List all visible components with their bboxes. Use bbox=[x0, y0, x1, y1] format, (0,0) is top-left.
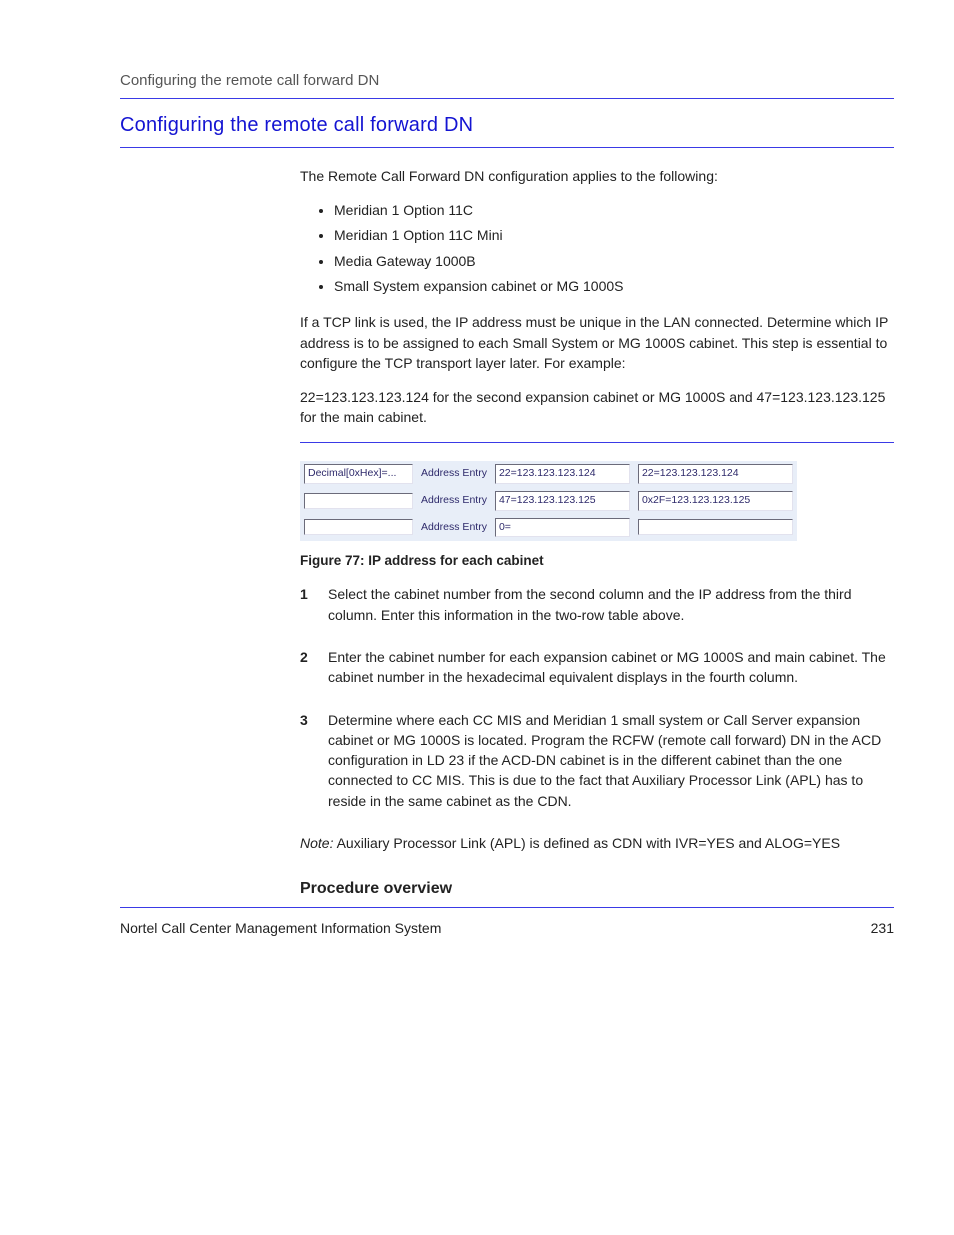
step-item: Enter the cabinet number for each expans… bbox=[300, 647, 894, 688]
address-value-field[interactable]: 0= bbox=[495, 518, 630, 538]
footer-divider bbox=[120, 907, 894, 908]
table-row: Decimal[0xHex]=... Address Entry 22=123.… bbox=[300, 461, 797, 488]
note-text: Auxiliary Processor Link (APL) is define… bbox=[333, 835, 840, 851]
list-item: Media Gateway 1000B bbox=[334, 251, 894, 271]
address-value-field[interactable]: 22=123.123.123.124 bbox=[495, 464, 630, 484]
address-hex-field[interactable]: 22=123.123.123.124 bbox=[638, 464, 793, 484]
list-item: Small System expansion cabinet or MG 100… bbox=[334, 276, 894, 296]
ip-figure-table: Decimal[0xHex]=... Address Entry 22=123.… bbox=[300, 461, 797, 541]
procedure-steps: Select the cabinet number from the secon… bbox=[300, 584, 894, 811]
page-top-heading: Configuring the remote call forward DN bbox=[120, 70, 894, 92]
step-item: Select the cabinet number from the secon… bbox=[300, 584, 894, 625]
step-item: Determine where each CC MIS and Meridian… bbox=[300, 710, 894, 811]
format-hint-field[interactable] bbox=[304, 493, 413, 509]
address-value-field[interactable]: 47=123.123.123.125 bbox=[495, 491, 630, 511]
note-lead: Note: bbox=[300, 835, 333, 851]
ip-intro-paragraph: If a TCP link is used, the IP address mu… bbox=[300, 312, 894, 373]
ip-figure: Decimal[0xHex]=... Address Entry 22=123.… bbox=[300, 461, 894, 541]
system-list: Meridian 1 Option 11C Meridian 1 Option … bbox=[300, 200, 894, 296]
body-column: The Remote Call Forward DN configuration… bbox=[300, 166, 894, 901]
address-entry-label: Address Entry bbox=[417, 487, 491, 514]
list-item: Meridian 1 Option 11C Mini bbox=[334, 225, 894, 245]
address-hex-field[interactable]: 0x2F=123.123.123.125 bbox=[638, 491, 793, 511]
address-entry-label: Address Entry bbox=[417, 461, 491, 488]
format-hint-field[interactable]: Decimal[0xHex]=... bbox=[304, 464, 413, 484]
note-paragraph: Note: Auxiliary Processor Link (APL) is … bbox=[300, 833, 894, 853]
address-hex-field[interactable] bbox=[638, 519, 793, 535]
figure-caption: Figure 77: IP address for each cabinet bbox=[300, 551, 894, 571]
section-title: Configuring the remote call forward DN bbox=[120, 111, 894, 140]
section-divider bbox=[120, 147, 894, 148]
footer-left: Nortel Call Center Management Informatio… bbox=[120, 918, 441, 938]
table-row: Address Entry 0= bbox=[300, 514, 797, 541]
table-row: Address Entry 47=123.123.123.125 0x2F=12… bbox=[300, 487, 797, 514]
footer-page-number: 231 bbox=[871, 918, 894, 938]
page-footer: Nortel Call Center Management Informatio… bbox=[120, 918, 894, 938]
ip-example-paragraph: 22=123.123.123.124 for the second expans… bbox=[300, 387, 894, 428]
list-item: Meridian 1 Option 11C bbox=[334, 200, 894, 220]
intro-paragraph: The Remote Call Forward DN configuration… bbox=[300, 166, 894, 186]
procedure-overview-heading: Procedure overview bbox=[300, 877, 894, 900]
figure-top-divider bbox=[300, 442, 894, 443]
address-entry-label: Address Entry bbox=[417, 514, 491, 541]
format-hint-field[interactable] bbox=[304, 519, 413, 535]
header-divider bbox=[120, 98, 894, 99]
